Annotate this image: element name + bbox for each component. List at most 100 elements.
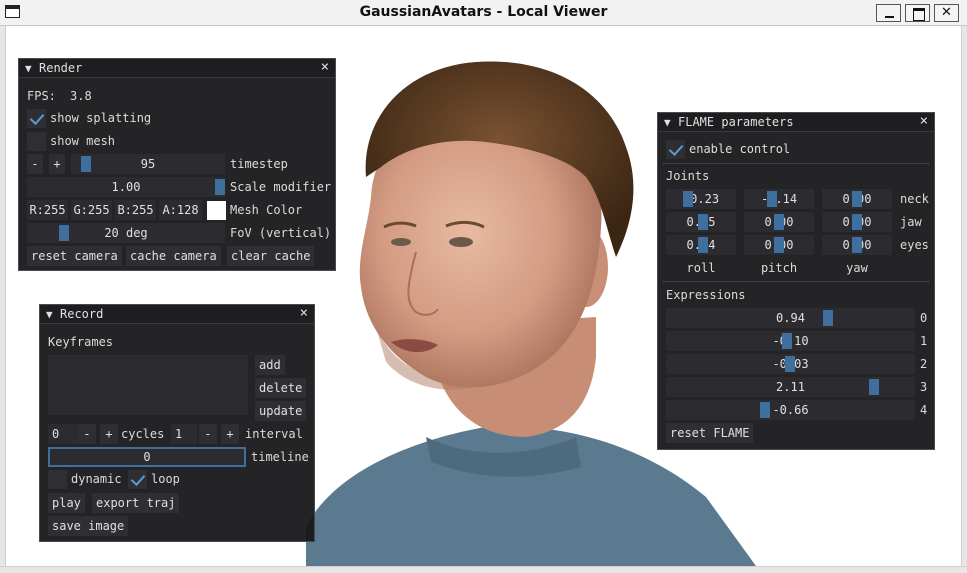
neck-yaw-slider[interactable]: 0.00 <box>822 189 892 209</box>
cycles-increment-button[interactable]: + <box>100 424 118 444</box>
add-keyframe-button[interactable]: add <box>255 355 285 375</box>
eyes-pitch-slider[interactable]: 0.00 <box>744 235 814 255</box>
neck-roll-slider[interactable]: -0.23 <box>666 189 736 209</box>
slider-grab[interactable] <box>760 402 770 418</box>
enable-control-checkbox[interactable] <box>666 140 685 159</box>
slider-grab[interactable] <box>774 237 784 253</box>
neck-pitch-slider[interactable]: -0.14 <box>744 189 814 209</box>
eyes-label: eyes <box>900 238 929 252</box>
slider-grab[interactable] <box>59 225 69 241</box>
mesh-color-g-field[interactable]: G:255 <box>71 200 112 220</box>
neck-label: neck <box>900 192 929 206</box>
window-titlebar: GaussianAvatars - Local Viewer ✕ <box>0 0 967 26</box>
mesh-color-r-field[interactable]: R:255 <box>27 200 68 220</box>
dynamic-label: dynamic <box>71 472 122 486</box>
close-window-button[interactable]: ✕ <box>934 4 959 22</box>
joints-label: Joints <box>666 169 710 183</box>
delete-keyframe-button[interactable]: delete <box>255 378 307 398</box>
slider-grab[interactable] <box>823 310 833 326</box>
flame-panel: ▼ FLAME parameters × enable control Join… <box>657 112 935 450</box>
expression-1-slider[interactable]: -0.10 <box>666 331 915 351</box>
show-splatting-checkbox[interactable] <box>27 109 46 128</box>
slider-grab[interactable] <box>698 214 708 230</box>
play-button[interactable]: play <box>48 493 85 513</box>
interval-label: interval <box>245 427 303 441</box>
interval-decrement-button[interactable]: - <box>199 424 217 444</box>
cycles-decrement-button[interactable]: - <box>78 424 96 444</box>
dynamic-checkbox[interactable] <box>48 470 67 489</box>
expression-1-index: 1 <box>920 334 928 348</box>
expression-4-slider[interactable]: -0.66 <box>666 400 915 420</box>
expression-0-value: 0.94 <box>776 311 805 325</box>
collapse-arrow-icon[interactable]: ▼ <box>25 62 32 75</box>
expression-3-slider[interactable]: 2.11 <box>666 377 915 397</box>
slider-grab[interactable] <box>782 333 792 349</box>
mesh-color-swatch[interactable] <box>207 201 226 220</box>
expression-2-slider[interactable]: -0.03 <box>666 354 915 374</box>
expression-0-slider[interactable]: 0.94 <box>666 308 915 328</box>
jaw-label: jaw <box>900 215 922 229</box>
mesh-color-a-field[interactable]: A:128 <box>159 200 202 220</box>
expression-4-value: -0.66 <box>772 403 809 417</box>
mesh-color-label: Mesh Color <box>230 203 303 217</box>
clear-cache-button[interactable]: clear cache <box>227 246 315 266</box>
eyes-yaw-slider[interactable]: 0.00 <box>822 235 892 255</box>
collapse-arrow-icon[interactable]: ▼ <box>664 116 671 129</box>
slider-grab[interactable] <box>698 237 708 253</box>
keyframes-list[interactable] <box>48 355 248 415</box>
jaw-yaw-slider[interactable]: 0.00 <box>822 212 892 232</box>
timestep-increment-button[interactable]: + <box>49 154 65 174</box>
keyframe-index-field[interactable]: 0 <box>48 424 78 444</box>
export-traj-button[interactable]: export traj <box>92 493 180 513</box>
close-icon[interactable]: × <box>920 113 928 129</box>
timestep-slider[interactable]: 95 <box>71 154 225 174</box>
expression-2-index: 2 <box>920 357 928 371</box>
show-mesh-checkbox[interactable] <box>27 132 46 151</box>
jaw-roll-slider[interactable]: 0.05 <box>666 212 736 232</box>
fov-value: 20 deg <box>104 226 148 240</box>
slider-grab[interactable] <box>683 191 693 207</box>
mesh-color-b-field[interactable]: B:255 <box>115 200 156 220</box>
slider-grab[interactable] <box>785 356 795 372</box>
slider-grab[interactable] <box>215 179 225 195</box>
update-keyframe-button[interactable]: update <box>255 401 307 421</box>
minimize-icon[interactable] <box>876 4 901 22</box>
render-panel-titlebar[interactable]: ▼ Render × <box>19 59 335 78</box>
flame-panel-titlebar[interactable]: ▼ FLAME parameters × <box>658 113 934 132</box>
loop-checkbox[interactable] <box>128 470 147 489</box>
slider-grab[interactable] <box>767 191 777 207</box>
save-image-button[interactable]: save image <box>48 516 129 536</box>
slider-grab[interactable] <box>869 379 879 395</box>
slider-grab[interactable] <box>81 156 91 172</box>
close-icon[interactable]: × <box>321 59 329 75</box>
fov-slider[interactable]: 20 deg <box>27 223 225 243</box>
timestep-label: timestep <box>230 157 288 171</box>
record-panel-titlebar[interactable]: ▼ Record × <box>40 305 314 324</box>
timeline-slider[interactable]: 0 <box>48 447 246 467</box>
reset-camera-button[interactable]: reset camera <box>27 246 122 266</box>
timeline-label: timeline <box>251 450 309 464</box>
cache-camera-button[interactable]: cache camera <box>126 246 221 266</box>
close-icon[interactable]: × <box>300 305 308 321</box>
slider-grab[interactable] <box>852 214 862 230</box>
scale-modifier-slider[interactable]: 1.00 <box>27 177 225 197</box>
eyes-roll-slider[interactable]: 0.04 <box>666 235 736 255</box>
show-splatting-label: show splatting <box>50 111 152 125</box>
window-title: GaussianAvatars - Local Viewer <box>359 4 608 20</box>
interval-field[interactable]: 1 <box>171 424 197 444</box>
expression-0-index: 0 <box>920 311 928 325</box>
cycles-label: cycles <box>121 427 165 441</box>
fov-label: FoV (vertical) <box>230 226 332 240</box>
render-panel-title: Render <box>39 61 83 75</box>
timestep-decrement-button[interactable]: - <box>27 154 43 174</box>
yaw-column-label: yaw <box>846 261 868 275</box>
maximize-icon[interactable] <box>905 4 930 22</box>
slider-grab[interactable] <box>852 237 862 253</box>
reset-flame-button[interactable]: reset FLAME <box>666 423 754 443</box>
collapse-arrow-icon[interactable]: ▼ <box>46 308 53 321</box>
interval-increment-button[interactable]: + <box>221 424 239 444</box>
jaw-pitch-slider[interactable]: 0.00 <box>744 212 814 232</box>
slider-grab[interactable] <box>774 214 784 230</box>
enable-control-label: enable control <box>689 142 791 156</box>
slider-grab[interactable] <box>852 191 862 207</box>
